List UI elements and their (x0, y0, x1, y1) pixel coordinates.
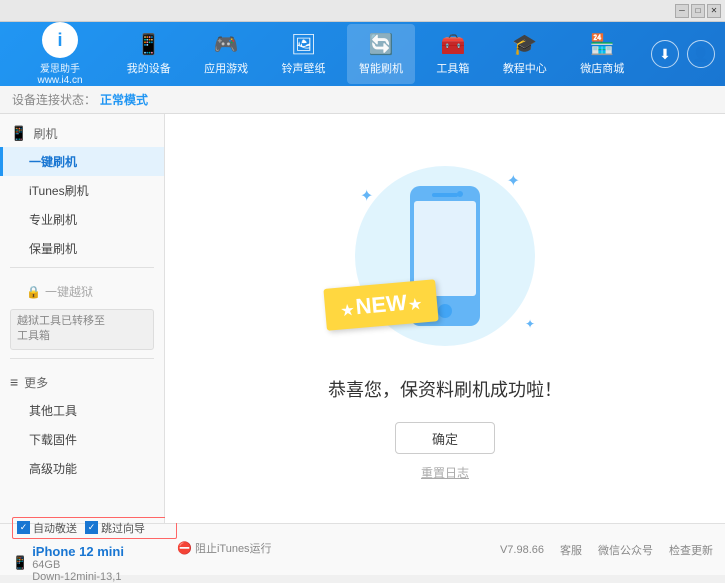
hero-area: NEW ✦ ✦ ✦ (345, 156, 545, 356)
nav-header: i 爱思助手 www.i4.cn 📱 我的设备 🎮 应用游戏 🖼 铃声壁纸 🔄 … (0, 22, 725, 86)
weidian-label: 微店商城 (580, 60, 624, 76)
lock-icon: 🔒 (26, 285, 41, 299)
sidebar-section-flash-header: 📱 刷机 (0, 120, 164, 147)
sidebar-item-one-key-flash[interactable]: 一键刷机 (0, 147, 164, 176)
logo-text: 爱思助手 (40, 60, 80, 75)
reflash-link[interactable]: 重置日志 (421, 464, 469, 481)
logo-subtext: www.i4.cn (37, 75, 82, 86)
my-device-icon: 📱 (136, 32, 161, 57)
checkbox-auto-download[interactable]: ✓ 自动敬送 (17, 520, 77, 536)
nav-toolbox[interactable]: 🧰 工具箱 (424, 24, 481, 84)
checkbox-skip-wizard[interactable]: ✓ 跳过向导 (85, 520, 145, 536)
my-device-label: 我的设备 (127, 60, 171, 76)
main-content: NEW ✦ ✦ ✦ 恭喜您，保资料刷机成功啦！ 确定 重置日志 (165, 114, 725, 523)
nav-apps-games[interactable]: 🎮 应用游戏 (192, 24, 260, 84)
success-text: 恭喜您，保资料刷机成功啦！ (328, 376, 562, 402)
flash-section-label: 刷机 (33, 125, 57, 142)
ringtone-label: 铃声壁纸 (282, 60, 326, 76)
nav-smart-flash[interactable]: 🔄 智能刷机 (347, 24, 415, 84)
tutorial-icon: 🎓 (512, 32, 537, 57)
logo-area: i 爱思助手 www.i4.cn (10, 22, 110, 86)
nav-ringtone[interactable]: 🖼 铃声壁纸 (270, 24, 338, 84)
sidebar-item-pro-flash[interactable]: 专业刷机 (0, 205, 164, 234)
nav-my-device[interactable]: 📱 我的设备 (115, 24, 183, 84)
tutorial-label: 教程中心 (503, 60, 547, 76)
device-info: 📱 iPhone 12 mini 64GB Down-12mini-13,1 (12, 544, 177, 583)
sidebar-item-advanced[interactable]: 高级功能 (0, 454, 164, 483)
version-text: V7.98.66 (500, 544, 544, 556)
sparkle-1: ✦ (507, 171, 520, 191)
check-update-link[interactable]: 检查更新 (669, 542, 713, 558)
status-value: 正常模式 (100, 91, 148, 108)
logo-circle: i (42, 22, 78, 58)
phone-badge-container: NEW ✦ ✦ ✦ (345, 156, 545, 356)
apps-games-icon: 🎮 (214, 32, 239, 57)
ringtone-icon: 🖼 (291, 32, 316, 57)
sparkle-2: ✦ (360, 186, 373, 206)
sidebar-section-more: ≡ 更多 其他工具 下载固件 高级功能 (0, 369, 164, 483)
toolbox-label: 工具箱 (436, 60, 469, 76)
bottom-bar: ✓ 自动敬送 ✓ 跳过向导 📱 iPhone 12 mini 64GB Down… (0, 523, 725, 575)
bottom-checkboxes: ✓ 自动敬送 ✓ 跳过向导 (12, 517, 177, 539)
sidebar-jailbreak-notice: 越狱工具已转移至工具箱 (10, 309, 154, 350)
sidebar-section-flash: 📱 刷机 一键刷机 iTunes刷机 专业刷机 保量刷机 (0, 120, 164, 263)
stop-itunes-icon: ⛔ (177, 541, 192, 555)
logo-icon: i (57, 30, 62, 51)
bottom-center: ⛔ 阻止iTunes运行 (177, 540, 500, 560)
smart-flash-label: 智能刷机 (359, 60, 403, 76)
minimize-button[interactable]: ─ (675, 4, 689, 18)
bottom-left: ✓ 自动敬送 ✓ 跳过向导 📱 iPhone 12 mini 64GB Down… (12, 517, 177, 583)
title-bar: ─ □ ✕ (0, 0, 725, 22)
sidebar-item-itunes-flash[interactable]: iTunes刷机 (0, 176, 164, 205)
sidebar-section-jailbreak: 🔒 一键越狱 越狱工具已转移至工具箱 (0, 278, 164, 354)
nav-right-buttons: ⬇ 👤 (651, 40, 715, 68)
status-label: 设备连接状态： (12, 91, 96, 108)
device-name: iPhone 12 mini (32, 544, 124, 559)
sidebar-divider-2 (10, 358, 154, 359)
sidebar-item-save-flash[interactable]: 保量刷机 (0, 234, 164, 263)
sparkle-3: ✦ (525, 317, 535, 331)
download-button[interactable]: ⬇ (651, 40, 679, 68)
nav-items: 📱 我的设备 🎮 应用游戏 🖼 铃声壁纸 🔄 智能刷机 🧰 工具箱 🎓 教程中心… (110, 24, 641, 84)
nav-tutorial[interactable]: 🎓 教程中心 (491, 24, 559, 84)
sidebar-item-other-tools[interactable]: 其他工具 (0, 396, 164, 425)
user-button[interactable]: 👤 (687, 40, 715, 68)
smart-flash-icon: 🔄 (369, 32, 394, 57)
bottom-right: V7.98.66 客服 微信公众号 检查更新 (500, 542, 713, 558)
apps-games-label: 应用游戏 (204, 60, 248, 76)
wechat-link[interactable]: 微信公众号 (598, 542, 653, 558)
stop-itunes-button[interactable]: ⛔ 阻止iTunes运行 (177, 540, 272, 556)
status-bar: 设备连接状态： 正常模式 (0, 86, 725, 114)
maximize-button[interactable]: □ (691, 4, 705, 18)
customer-service-link[interactable]: 客服 (560, 542, 582, 558)
sidebar-section-more-header: ≡ 更多 (0, 369, 164, 396)
flash-section-icon: 📱 (10, 125, 27, 142)
device-phone-icon: 📱 (12, 555, 28, 571)
close-button[interactable]: ✕ (707, 4, 721, 18)
sidebar-jailbreak-disabled: 🔒 一键越狱 (0, 278, 164, 305)
weidian-icon: 🏪 (590, 32, 615, 57)
toolbox-icon: 🧰 (440, 32, 465, 57)
title-bar-buttons: ─ □ ✕ (675, 4, 721, 18)
sidebar-item-download-firmware[interactable]: 下载固件 (0, 425, 164, 454)
sidebar-divider-1 (10, 267, 154, 268)
device-version: Down-12mini-13,1 (32, 571, 124, 583)
more-section-icon: ≡ (10, 374, 18, 390)
nav-weidian[interactable]: 🏪 微店商城 (568, 24, 636, 84)
content-area: 📱 刷机 一键刷机 iTunes刷机 专业刷机 保量刷机 🔒 一键越狱 (0, 114, 725, 523)
sidebar: 📱 刷机 一键刷机 iTunes刷机 专业刷机 保量刷机 🔒 一键越狱 (0, 114, 165, 523)
confirm-button[interactable]: 确定 (395, 422, 495, 454)
device-storage: 64GB (32, 559, 124, 571)
